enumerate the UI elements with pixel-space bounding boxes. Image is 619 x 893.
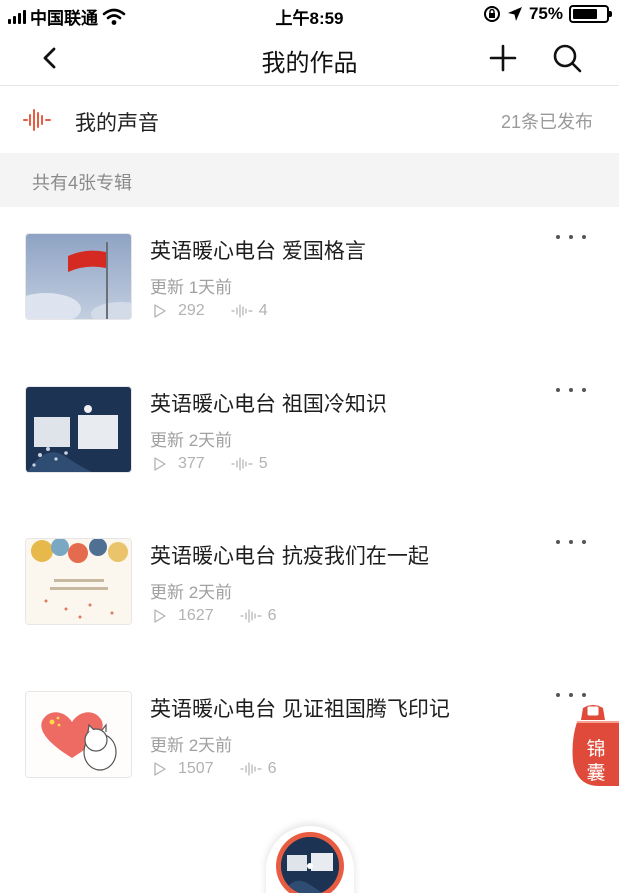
album-stats: 1627 6 [152, 607, 277, 625]
location-icon [507, 7, 522, 21]
albums-count-label: 共有4张专辑 [32, 173, 133, 193]
album-item[interactable]: 英语暖心电台 抗疫我们在一起 更新 2天前 1627 6 [0, 512, 619, 662]
album-cover-night [25, 386, 132, 473]
track-count: 5 [258, 455, 268, 472]
play-count: 1627 [178, 607, 214, 624]
sound-wave-icon [23, 109, 51, 131]
jinnang-label[interactable]: 锦 囊 [581, 738, 611, 786]
play-count: 377 [178, 455, 205, 472]
album-cover-flag [25, 233, 132, 320]
plus-icon[interactable] [485, 40, 521, 76]
albums-section-header: 共有4张专辑 [0, 153, 619, 207]
album-stats: 292 4 [152, 302, 268, 320]
album-cover-heart [25, 691, 132, 778]
album-item[interactable]: 英语暖心电台 见证祖国腾飞印记 更新 2天前 1507 6 [0, 665, 619, 815]
battery-icon [569, 5, 612, 23]
play-count-icon [154, 609, 166, 623]
album-updated: 更新 2天前 [150, 583, 233, 602]
track-count: 4 [258, 302, 268, 319]
battery-level [573, 9, 597, 19]
status-bar: 中国联通 上午8:59 75% [0, 0, 619, 30]
jinnang-label-line2: 囊 [586, 763, 606, 784]
search-icon[interactable] [549, 40, 585, 76]
track-count-icon [239, 762, 262, 776]
rotation-lock-icon [483, 6, 500, 22]
my-voice-label: 我的声音 [75, 112, 159, 135]
album-cover-balloons [25, 538, 132, 625]
more-options-icon[interactable] [552, 380, 592, 400]
my-voice-row[interactable]: 我的声音 21条已发布 [0, 87, 619, 153]
published-count: 21条已发布 [500, 112, 593, 132]
play-count-icon [154, 304, 166, 318]
nav-bar: 我的作品 [0, 30, 619, 86]
album-updated: 更新 2天前 [150, 431, 233, 450]
album-stats: 1507 6 [152, 760, 277, 778]
battery-percent: 75% [528, 4, 563, 23]
album-title: 英语暖心电台 祖国冷知识 [150, 393, 387, 416]
player-cover-disc [281, 837, 339, 893]
album-item[interactable]: 英语暖心电台 爱国格言 更新 1天前 292 4 [0, 207, 619, 357]
more-options-icon[interactable] [552, 532, 592, 552]
play-count-icon [154, 457, 166, 471]
album-title: 英语暖心电台 爱国格言 [150, 240, 366, 263]
album-title: 英语暖心电台 见证祖国腾飞印记 [150, 698, 450, 721]
track-count-icon [239, 609, 262, 623]
album-title: 英语暖心电台 抗疫我们在一起 [150, 545, 429, 568]
track-count-icon [231, 457, 253, 471]
jinnang-label-line1: 锦 [586, 739, 606, 760]
play-count: 292 [178, 302, 205, 319]
album-item[interactable]: 英语暖心电台 祖国冷知识 更新 2天前 377 5 [0, 360, 619, 510]
album-updated: 更新 2天前 [150, 736, 233, 755]
play-count: 1507 [178, 760, 214, 777]
album-updated: 更新 1天前 [150, 278, 233, 297]
play-count-icon [154, 762, 166, 776]
track-count: 6 [267, 607, 277, 624]
page-title: 我的作品 [261, 50, 358, 77]
track-count: 6 [267, 760, 277, 777]
album-stats: 377 5 [152, 455, 268, 473]
more-options-icon[interactable] [552, 227, 592, 247]
status-right: 75% [483, 4, 612, 24]
track-count-icon [231, 304, 253, 318]
mini-player[interactable] [266, 826, 354, 893]
